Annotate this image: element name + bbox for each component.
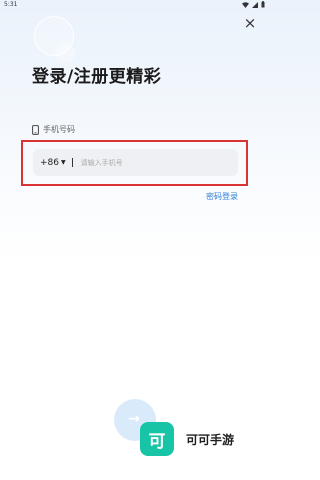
phone-number-input[interactable] (80, 158, 211, 167)
country-code: +86 (40, 157, 59, 168)
brand-name: 可可手游 (186, 433, 235, 447)
arrow-right-icon: → (128, 411, 140, 427)
country-code-selector[interactable]: +86 ▼ (40, 158, 66, 168)
brand-logo: 可 (140, 422, 174, 456)
battery-icon (261, 1, 265, 8)
page-title: 登录/注册更精彩 (32, 67, 162, 87)
phone-input-box: +86 ▼ (33, 149, 238, 176)
wifi-icon (242, 1, 249, 8)
brand-logo-char: 可 (148, 431, 166, 452)
phone-input-highlight: +86 ▼ (21, 140, 248, 186)
signal-icon (252, 1, 258, 8)
text-cursor (71, 158, 73, 167)
decorative-circle-small (55, 43, 75, 63)
phone-label: 手机号码 (43, 125, 75, 134)
status-icons (242, 1, 265, 8)
close-icon: × (243, 14, 257, 32)
password-login-link[interactable]: 密码登录 (206, 191, 238, 202)
status-time: 5:31 (4, 1, 18, 8)
status-bar: 5:31 (0, 0, 270, 14)
phone-icon (32, 124, 39, 135)
chevron-down-icon: ▼ (61, 159, 66, 166)
phone-label-row: 手机号码 (32, 124, 75, 135)
close-button[interactable]: × (241, 14, 259, 32)
